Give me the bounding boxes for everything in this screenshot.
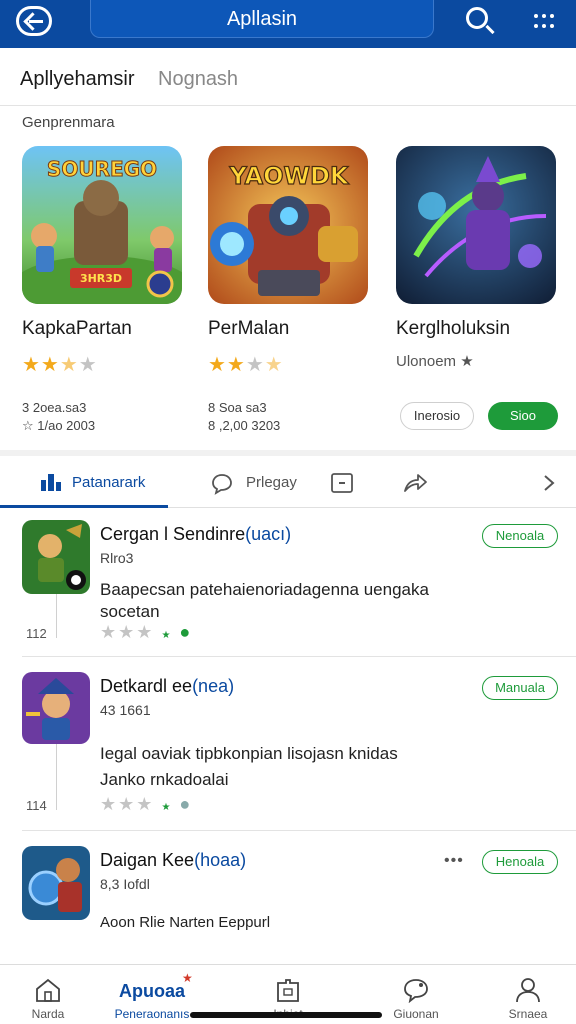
install-button[interactable]: Nenoala — [482, 524, 558, 548]
nav-apps[interactable]: Apuoaa ★ Peneraonanıs — [100, 965, 204, 1024]
item-subtitle: Rlro3 — [100, 550, 134, 566]
section-label: Genprenmara — [22, 114, 115, 131]
back-arrow-icon[interactable] — [16, 6, 52, 36]
install-button[interactable]: Henoala — [482, 850, 558, 874]
art-title: SOUREGO — [47, 157, 157, 181]
install-button[interactable]: Manuala — [482, 676, 558, 700]
list-item[interactable]: Detkardl ee(nea) 43 1661 Iegal oaviak ti… — [0, 672, 576, 828]
featured-card[interactable]: Kerglholuksin Ulonoem ★ — [396, 146, 558, 370]
game-icon — [22, 672, 90, 744]
card-meta: 8 ,2,00 3203 — [208, 418, 281, 433]
nav-chat[interactable]: Giuonan — [368, 965, 464, 1024]
card-title: PerMalan — [208, 318, 290, 339]
page-subtitle: Nognash — [158, 68, 239, 90]
rating-stars: ★★★ ★ ● — [100, 622, 193, 642]
home-icon — [36, 978, 60, 1002]
game-artwork — [396, 146, 556, 304]
card-meta: 3 2oea.sa3 — [22, 400, 87, 415]
row-divider — [22, 656, 576, 657]
card-meta: 8 Soa sa3 — [208, 400, 267, 415]
nav-label: Peneraonanıs — [114, 1007, 190, 1021]
featured-card[interactable]: 3HR3D SOUREGO KapkaPartan ★★★★ 3 2oea.sa… — [22, 146, 184, 433]
tab-messages[interactable] — [328, 458, 358, 508]
item-title: Detkardl ee(nea) — [100, 676, 235, 696]
home-chart-icon — [41, 474, 61, 491]
row-divider — [22, 830, 576, 831]
game-artwork: YAOWDK — [208, 146, 368, 304]
title-box: Apllasin — [90, 0, 434, 38]
item-title: Cergan l Sendinre(uacı) — [100, 524, 292, 544]
item-tags: Aoon Rlie Narten Eeppurl — [100, 914, 271, 931]
item-count: 112 — [26, 626, 47, 641]
nav-label: Narda — [31, 1007, 65, 1021]
item-description: socetan — [100, 602, 160, 621]
connector-line — [56, 594, 57, 638]
card-subtitle: Ulonoem ★ — [396, 353, 474, 370]
tab-label: Patanarark — [72, 474, 146, 491]
game-icon — [22, 846, 90, 920]
home-indicator — [190, 1012, 382, 1018]
search-icon[interactable] — [466, 7, 488, 29]
item-count: 114 — [26, 798, 47, 813]
card-meta: ☆ 1/ao 2003 — [22, 418, 96, 433]
item-title: Daigan Kee(hoaa) — [100, 850, 247, 870]
rating-stars: ★★★★ — [208, 354, 284, 376]
chat-bubble-icon — [212, 474, 232, 495]
app-title: Apllasin — [226, 8, 298, 30]
art-badge: 3HR3D — [80, 272, 122, 285]
featured-card[interactable]: YAOWDK PerMalan ★★★★ 8 Soa sa3 8 ,2,00 3… — [208, 146, 370, 433]
tab-play[interactable]: Prlegay — [206, 458, 316, 508]
tab-overview[interactable]: Patanarark — [0, 458, 168, 508]
item-subtitle: 43 1661 — [100, 702, 151, 718]
list-item[interactable]: Daigan Kee(hoaa) 8,3 Iofdl Aoon Rlie Nar… — [0, 846, 576, 954]
page-heading: Apllyehamsir Nognash — [0, 48, 576, 106]
app-screen: Apllasin Apllyehamsir Nognash Genprenmar… — [0, 0, 576, 1024]
rating-stars: ★★★★ — [22, 354, 98, 376]
secondary-action-button[interactable]: Inerosio — [400, 402, 474, 430]
page-title: Apllyehamsir — [20, 68, 135, 90]
tab-share[interactable] — [400, 458, 432, 508]
nav-label: Giuonan — [393, 1007, 439, 1021]
art-title: YAOWDK — [228, 162, 349, 190]
puzzle-icon — [277, 979, 299, 1002]
more-dots-icon[interactable]: ••• — [444, 852, 464, 870]
chat-icon — [404, 979, 428, 1003]
section-divider — [0, 450, 576, 456]
nav-home[interactable]: Narda — [0, 965, 96, 1024]
tab-scroll-right[interactable] — [538, 458, 562, 508]
list-item[interactable]: Cergan l Sendinre(uacı) Rlro3 Baapecsan … — [0, 520, 576, 656]
nav-label: Srnaea — [508, 1007, 548, 1021]
tab-bar: Patanarark Prlegay — [0, 458, 576, 508]
item-description: Baapecsan patehaienoriadagenna uengaka — [100, 580, 429, 599]
user-icon — [516, 978, 540, 1003]
install-button[interactable]: Sioo — [488, 402, 558, 430]
share-icon — [404, 474, 427, 492]
nav-profile[interactable]: Srnaea — [480, 965, 576, 1024]
item-subtitle: 8,3 Iofdl — [100, 876, 150, 892]
game-icon — [22, 520, 90, 594]
grid-dots-icon[interactable] — [532, 12, 556, 32]
card-title: Kerglholuksin — [396, 318, 511, 339]
game-artwork: 3HR3D SOUREGO — [22, 146, 182, 304]
card-title: KapkaPartan — [22, 318, 132, 339]
item-description: Iegal oaviak tipbkonpian lisojasn knidas — [100, 744, 398, 763]
top-app-bar: Apllasin — [0, 0, 576, 48]
rating-stars: ★★★ ★ ● — [100, 794, 193, 814]
badge-star-icon: ★ — [182, 971, 193, 985]
message-box-icon — [331, 473, 353, 493]
connector-line — [56, 744, 57, 810]
item-description: Janko rnkadoalai — [100, 770, 229, 789]
tab-label: Prlegay — [246, 474, 297, 491]
chevron-right-icon — [544, 475, 555, 491]
